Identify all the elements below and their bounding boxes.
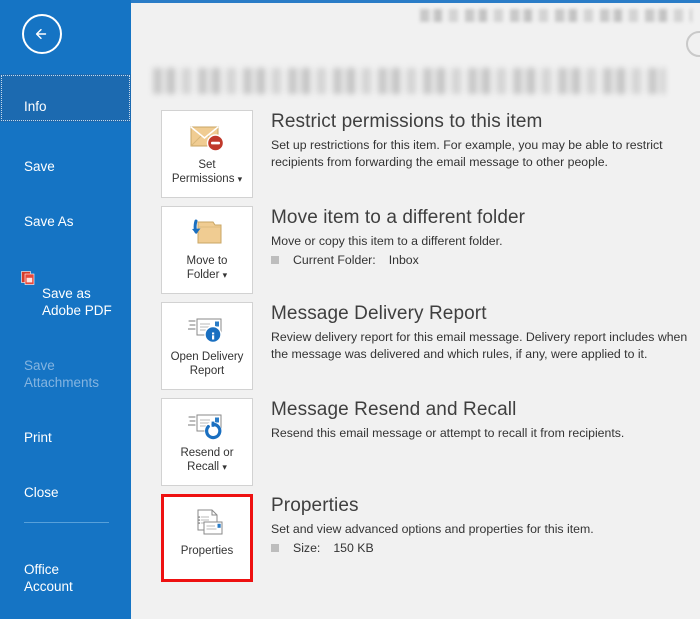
section-text: Properties Set and view advanced options… [253, 494, 700, 555]
sidebar-item-save-as-adobe-pdf[interactable]: Save as Adobe PDF [0, 244, 131, 326]
sidebar-item-save[interactable]: Save [0, 134, 131, 182]
section-title: Properties [271, 494, 700, 518]
sidebar-item-info[interactable]: Info [0, 74, 131, 122]
sidebar-item-label: Print [24, 430, 52, 445]
page-title-blurred [153, 68, 665, 94]
section-properties: Properties Properties Set and view advan… [131, 494, 700, 590]
section-title: Move item to a different folder [271, 206, 700, 230]
tile-label: Set Permissions ▾ [169, 158, 245, 186]
backstage-nav-list: Info Save Save As Save as Ad [0, 74, 131, 619]
section-title: Restrict permissions to this item [271, 110, 700, 134]
sidebar-item-label: Save Attachments [24, 358, 99, 390]
meta-label: Size: [293, 541, 320, 555]
move-to-folder-button[interactable]: Move to Folder ▾ [161, 206, 253, 294]
resend-recall-icon [187, 408, 227, 442]
bullet-square-icon [271, 544, 279, 552]
sidebar-item-label: Office Account [24, 562, 73, 594]
section-message-delivery-report: Open Delivery Report Message Delivery Re… [131, 302, 700, 398]
section-text: Message Delivery Report Review delivery … [253, 302, 700, 362]
meta-value: Inbox [389, 253, 419, 267]
tile-label: Open Delivery Report [168, 350, 247, 378]
set-permissions-button[interactable]: Set Permissions ▾ [161, 110, 253, 198]
backstage-main-pane: Set Permissions ▾ Restrict permissions t… [131, 0, 700, 619]
sidebar-item-close[interactable]: Close [0, 460, 131, 508]
meta-label: Current Folder: [293, 253, 376, 267]
window-top-accent [131, 0, 700, 3]
section-description: Set and view advanced options and proper… [271, 521, 700, 538]
sidebar-item-save-attachments: Save Attachments [0, 333, 131, 398]
envelope-restrict-icon [187, 120, 227, 154]
properties-icon [187, 506, 227, 540]
resend-or-recall-button[interactable]: Resend or Recall ▾ [161, 398, 253, 486]
sidebar-item-label: Save as Adobe PDF [42, 286, 112, 318]
section-restrict-permissions: Set Permissions ▾ Restrict permissions t… [131, 110, 700, 206]
sidebar-item-office-account[interactable]: Office Account [0, 537, 131, 602]
sidebar-item-label: Save [24, 159, 55, 174]
section-description: Set up restrictions for this item. For e… [271, 137, 700, 170]
sidebar-item-label: Close [24, 485, 59, 500]
section-description: Review delivery report for this email me… [271, 329, 700, 362]
tile-label: Properties [178, 544, 236, 558]
chevron-down-icon[interactable]: ▾ [238, 174, 243, 184]
current-folder-meta: Current Folder: Inbox [271, 253, 700, 267]
meta-value: 150 KB [333, 541, 373, 555]
sidebar-item-print[interactable]: Print [0, 405, 131, 453]
bullet-square-icon [271, 256, 279, 264]
section-text: Message Resend and Recall Resend this em… [253, 398, 700, 442]
help-circle-icon[interactable] [686, 31, 700, 57]
section-description: Move or copy this item to a different fo… [271, 233, 700, 250]
section-text: Move item to a different folder Move or … [253, 206, 700, 267]
size-meta: Size: 150 KB [271, 541, 700, 555]
delivery-report-icon [187, 312, 227, 346]
section-text: Restrict permissions to this item Set up… [253, 110, 700, 170]
move-to-folder-icon [187, 216, 227, 250]
section-move-to-folder: Move to Folder ▾ Move item to a differen… [131, 206, 700, 302]
back-arrow-icon[interactable] [22, 14, 62, 54]
info-sections: Set Permissions ▾ Restrict permissions t… [131, 110, 700, 590]
properties-button[interactable]: Properties [161, 494, 253, 582]
adobe-pdf-icon [21, 253, 35, 268]
section-message-resend-recall: Resend or Recall ▾ Message Resend and Re… [131, 398, 700, 494]
chevron-down-icon[interactable]: ▾ [222, 462, 227, 472]
sidebar-item-feedback: Feedback [0, 609, 131, 619]
sidebar-item-label: Save As [24, 214, 74, 229]
section-title: Message Delivery Report [271, 302, 700, 326]
section-title: Message Resend and Recall [271, 398, 700, 422]
outlook-backstage-window: Info Save Save As Save as Ad [0, 0, 700, 619]
window-title-blurred [420, 9, 692, 22]
tile-label: Move to Folder ▾ [184, 254, 231, 282]
open-delivery-report-button[interactable]: Open Delivery Report [161, 302, 253, 390]
section-description: Resend this email message or attempt to … [271, 425, 700, 442]
sidebar-divider [24, 522, 109, 523]
backstage-sidebar: Info Save Save As Save as Ad [0, 0, 131, 619]
tile-label: Resend or Recall ▾ [177, 446, 236, 474]
sidebar-item-save-as[interactable]: Save As [0, 189, 131, 237]
chevron-down-icon[interactable]: ▾ [223, 270, 228, 280]
sidebar-item-label: Info [24, 99, 47, 114]
